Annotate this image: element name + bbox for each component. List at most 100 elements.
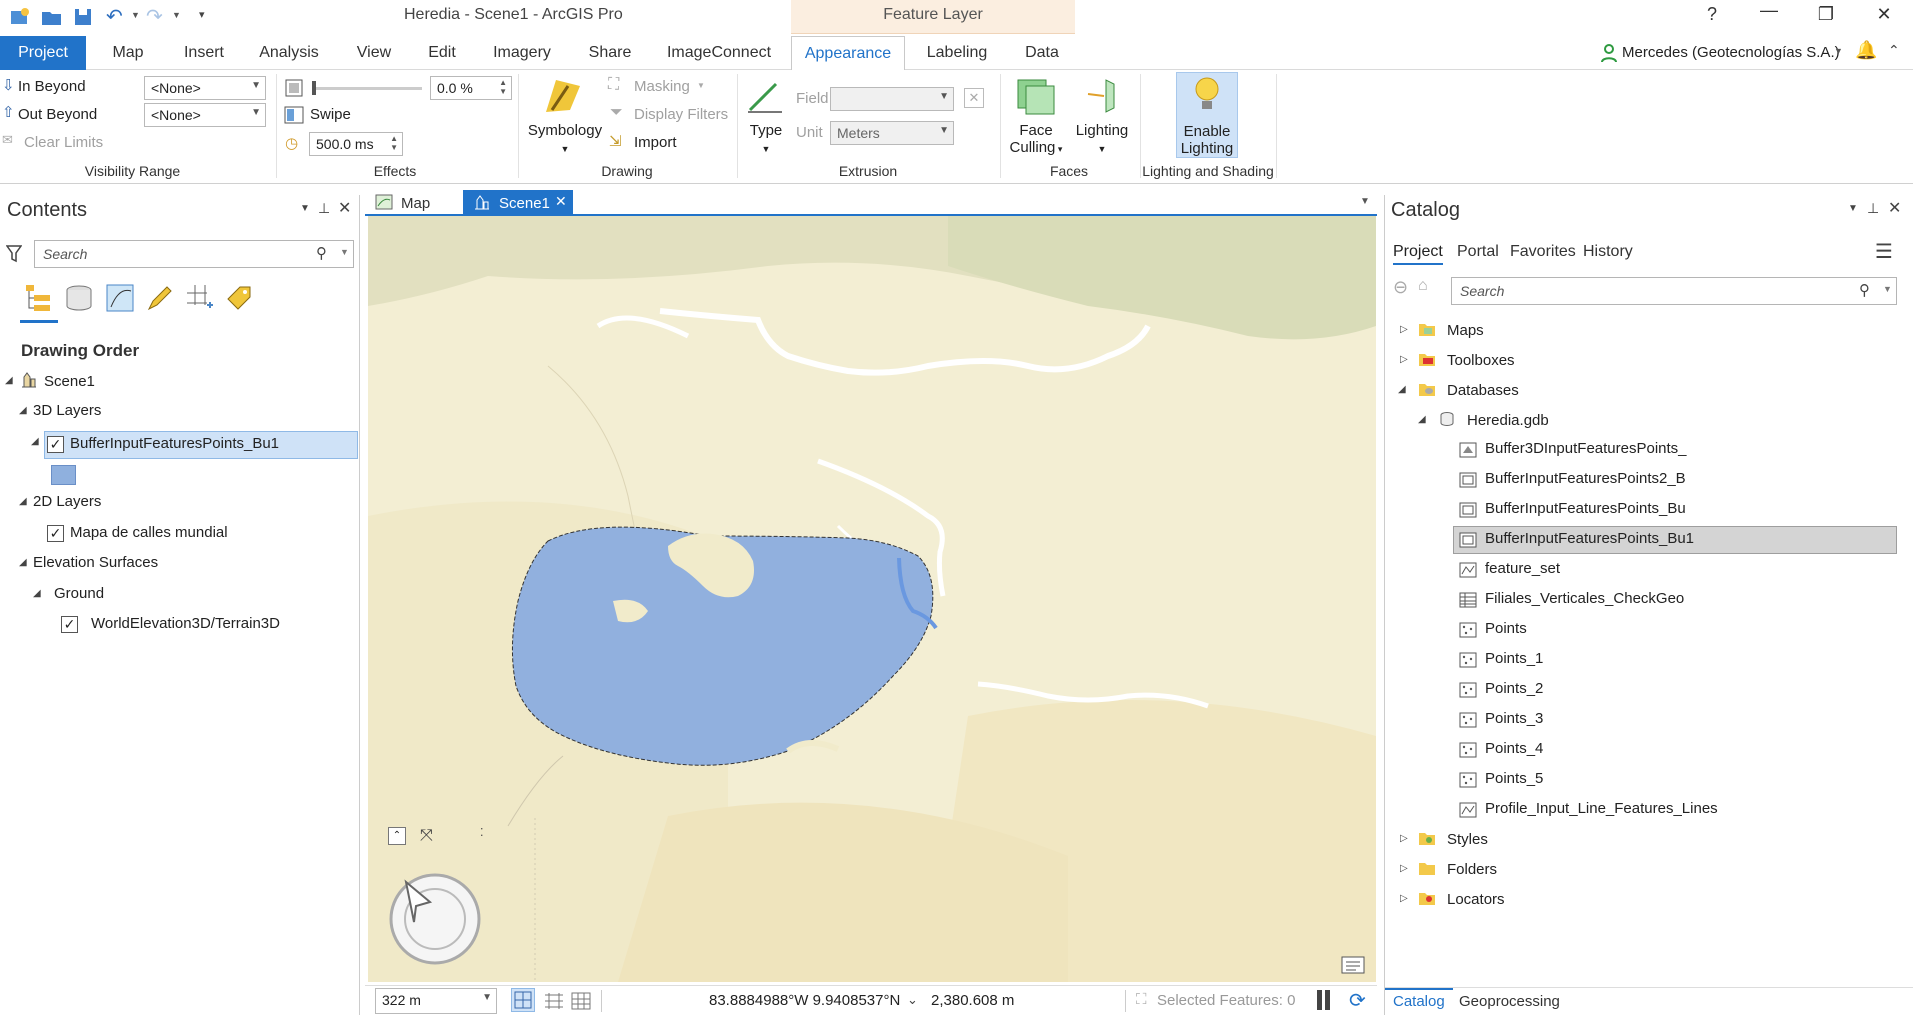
catalog-gdb-item[interactable]: Points_1 (1485, 650, 1543, 667)
tree-item-terrain[interactable]: WorldElevation3D/Terrain3D (91, 615, 280, 632)
minimize-button[interactable]: — (1749, 0, 1789, 21)
tree-group-elevation-surfaces[interactable]: Elevation Surfaces (33, 554, 158, 571)
catalog-tab-portal[interactable]: Portal (1457, 243, 1499, 261)
layer-visibility-checkbox[interactable]: ✓ (47, 436, 64, 453)
tab-analysis[interactable]: Analysis (252, 36, 326, 70)
search-options-icon[interactable]: ▼ (340, 247, 349, 257)
grid-icon[interactable] (543, 991, 565, 1011)
stepper-icon[interactable]: ▲ ▼ (499, 78, 507, 96)
close-pane-icon[interactable]: ✕ (338, 198, 351, 218)
pause-drawing-bar-1[interactable] (1317, 990, 1322, 1010)
expand-triangle-icon[interactable]: ▷ (1400, 833, 1408, 844)
flicker-input[interactable]: 500.0 ms ▲ ▼ (309, 132, 403, 156)
pin-icon[interactable]: ⊥ (1867, 200, 1879, 217)
catalog-gdb-item[interactable]: Points_3 (1485, 710, 1543, 727)
expand-triangle-icon[interactable]: ▷ (1400, 354, 1408, 365)
expand-triangle-icon[interactable]: ▷ (1400, 893, 1408, 904)
face-culling-button[interactable]: Face Culling ▾ (1006, 122, 1066, 158)
catalog-gdb-item[interactable]: BufferInputFeaturesPoints_Bu (1485, 500, 1686, 517)
pane-menu-icon[interactable]: ▼ (300, 203, 310, 214)
selected-features-count[interactable]: Selected Features: 0 (1157, 992, 1295, 1009)
tab-data[interactable]: Data (1012, 36, 1072, 70)
clear-limits-button[interactable]: Clear Limits (24, 134, 103, 151)
catalog-gdb-item[interactable]: Points_2 (1485, 680, 1543, 697)
collapse-triangle-icon[interactable]: ◢ (33, 588, 41, 599)
transparency-input[interactable]: 0.0 % ▲ ▼ (430, 76, 512, 100)
catalog-gdb-item[interactable]: Buffer3DInputFeaturesPoints_ (1485, 440, 1687, 457)
tab-imageconnect[interactable]: ImageConnect (656, 36, 782, 70)
in-beyond-label[interactable]: In Beyond (18, 78, 86, 95)
pane-menu-icon[interactable]: ▼ (1848, 203, 1858, 214)
customize-qat-icon[interactable]: ▾ (199, 8, 205, 21)
catalog-tab-history[interactable]: History (1583, 243, 1633, 261)
help-button[interactable]: ? (1692, 4, 1732, 25)
collapse-triangle-icon[interactable]: ◢ (1418, 414, 1426, 425)
field-select[interactable]: ▼ (830, 87, 954, 111)
tab-share[interactable]: Share (578, 36, 642, 70)
collapse-triangle-icon[interactable]: ◢ (31, 436, 39, 447)
new-project-icon[interactable] (8, 6, 32, 28)
user-dropdown-icon[interactable]: ▼ (1834, 46, 1843, 56)
layer-visibility-checkbox[interactable]: ✓ (47, 525, 64, 542)
attribution-icon[interactable] (1340, 953, 1366, 975)
tree-item-ground[interactable]: Ground (54, 585, 104, 602)
expand-triangle-icon[interactable]: ▷ (1400, 863, 1408, 874)
tab-edit[interactable]: Edit (416, 36, 468, 70)
collapse-triangle-icon[interactable]: ◢ (5, 375, 13, 386)
tab-map-view[interactable]: Map (365, 190, 455, 216)
catalog-gdb-item[interactable]: Filiales_Verticales_CheckGeo (1485, 590, 1684, 607)
redo-icon[interactable]: ↷ (146, 4, 163, 29)
catalog-gdb-item[interactable]: BufferInputFeaturesPoints2_B (1485, 470, 1686, 487)
pause-drawing-bar-2[interactable] (1325, 990, 1330, 1010)
tab-labeling[interactable]: Labeling (918, 36, 996, 70)
save-project-icon[interactable] (72, 6, 96, 28)
stepper-icon[interactable]: ▲ ▼ (390, 134, 398, 152)
snapping-toggle[interactable] (511, 988, 535, 1012)
undo-icon[interactable]: ↶ (106, 4, 123, 29)
refresh-icon[interactable]: ⟳ (1349, 988, 1366, 1013)
tab-imagery[interactable]: Imagery (486, 36, 558, 70)
import-button[interactable]: Import (634, 134, 677, 151)
back-icon[interactable]: ⊖ (1393, 277, 1408, 298)
tab-project[interactable]: Project (0, 36, 86, 70)
scene-canvas[interactable] (368, 216, 1376, 982)
enable-lighting-button[interactable]: Enable Lighting (1176, 72, 1238, 158)
tab-insert[interactable]: Insert (172, 36, 236, 70)
filter-icon[interactable] (6, 245, 22, 263)
close-tab-icon[interactable]: ✕ (555, 193, 567, 210)
list-by-labeling-icon[interactable] (224, 283, 254, 313)
notification-bell-icon[interactable]: 🔔 (1855, 40, 1877, 61)
transparency-slider[interactable] (312, 81, 422, 95)
layer-visibility-checkbox[interactable]: ✓ (61, 616, 78, 633)
catalog-item-folders[interactable]: Folders (1447, 861, 1497, 878)
list-by-selection-icon[interactable] (105, 283, 135, 313)
tab-scene-view[interactable]: Scene1 ✕ (463, 190, 573, 216)
catalog-gdb-item[interactable]: feature_set (1485, 560, 1560, 577)
tab-appearance[interactable]: Appearance (791, 36, 905, 71)
bottom-tab-geoprocessing[interactable]: Geoprocessing (1459, 993, 1560, 1010)
undo-dropdown-icon[interactable]: ▼ (131, 10, 140, 20)
table-icon[interactable] (570, 991, 592, 1011)
catalog-item-locators[interactable]: Locators (1447, 891, 1505, 908)
expand-triangle-icon[interactable]: ▷ (1400, 324, 1408, 335)
catalog-item-databases[interactable]: Databases (1447, 382, 1519, 399)
tree-group-2d-layers[interactable]: 2D Layers (33, 493, 101, 510)
close-window-button[interactable]: ✕ (1864, 4, 1904, 25)
in-beyond-select[interactable]: <None> ▼ (144, 76, 266, 100)
bottom-tab-catalog[interactable]: Catalog (1393, 993, 1445, 1010)
open-project-icon[interactable] (40, 6, 64, 28)
tree-group-3d-layers[interactable]: 3D Layers (33, 402, 101, 419)
catalog-gdb-item[interactable]: Points_5 (1485, 770, 1543, 787)
display-filters-button[interactable]: Display Filters (634, 106, 728, 123)
scene-view[interactable]: ⌃ ⤧ ⁚ (368, 216, 1376, 982)
restore-button[interactable]: ❐ (1806, 4, 1846, 25)
catalog-item-gdb[interactable]: Heredia.gdb (1467, 412, 1549, 429)
catalog-item-maps[interactable]: Maps (1447, 322, 1484, 339)
catalog-search-input[interactable]: Search (1451, 277, 1897, 305)
tab-map[interactable]: Map (98, 36, 158, 70)
search-icon[interactable]: ⚲ (1859, 281, 1870, 299)
list-by-snapping-icon[interactable] (185, 283, 215, 313)
scale-select[interactable]: 322 m ▼ (375, 988, 497, 1014)
search-icon[interactable]: ⚲ (316, 244, 327, 262)
tree-item-scene[interactable]: Scene1 (44, 373, 95, 390)
